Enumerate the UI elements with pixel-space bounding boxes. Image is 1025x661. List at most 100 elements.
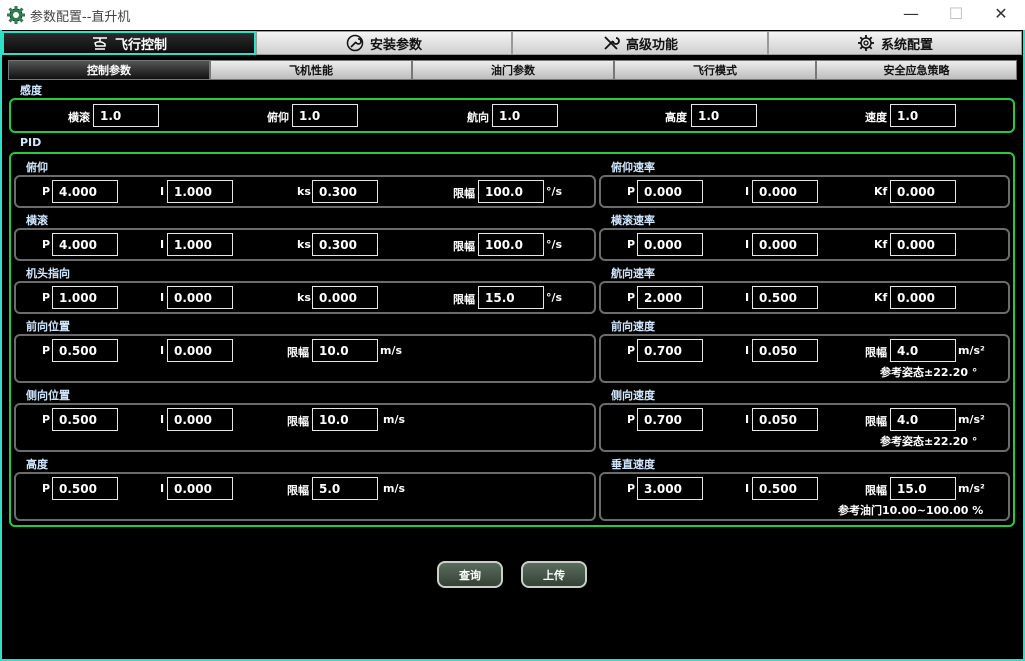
pitch-ks-input[interactable] bbox=[312, 180, 378, 203]
pitch-limit-input[interactable] bbox=[478, 180, 544, 203]
roll-i-input[interactable] bbox=[167, 233, 233, 256]
altitude-i-input[interactable] bbox=[167, 477, 233, 500]
side-pos-i-input[interactable] bbox=[167, 408, 233, 431]
roll-rate-kf-input[interactable] bbox=[890, 233, 956, 256]
unit-label: m/s² bbox=[958, 482, 985, 495]
query-button[interactable]: 查询 bbox=[437, 561, 503, 588]
side-pos-p-input[interactable] bbox=[52, 408, 118, 431]
kf-label: Kf bbox=[874, 238, 888, 251]
roll-rate-i-input[interactable] bbox=[752, 233, 818, 256]
tab-flight-control[interactable]: 飞行控制 bbox=[2, 31, 256, 55]
wrench-circle-icon bbox=[346, 34, 364, 52]
kf-label: Kf bbox=[874, 185, 888, 198]
roll-ks-input[interactable] bbox=[312, 233, 378, 256]
pitch-rate-p-input[interactable] bbox=[637, 180, 703, 203]
roll-p-input[interactable] bbox=[52, 233, 118, 256]
limit-label: 限幅 bbox=[865, 346, 887, 359]
i-label: I bbox=[745, 238, 750, 251]
limit-label: 限幅 bbox=[287, 484, 309, 497]
subtab-flight-mode[interactable]: 飞行模式 bbox=[614, 60, 816, 80]
side-speed-i-input[interactable] bbox=[752, 408, 818, 431]
sensitivity-section-title: 感度 bbox=[20, 84, 42, 97]
p-label: P bbox=[627, 413, 636, 426]
pid-section-title: PID bbox=[20, 136, 42, 149]
tab-install-params[interactable]: 安装参数 bbox=[256, 31, 512, 55]
yaw-rate-p-input[interactable] bbox=[637, 286, 703, 309]
altitude-pid-title: 高度 bbox=[26, 458, 48, 471]
pitch-rate-i-input[interactable] bbox=[752, 180, 818, 203]
pitch-rate-kf-input[interactable] bbox=[890, 180, 956, 203]
vert-speed-limit-input[interactable] bbox=[890, 477, 956, 500]
unit-label: °/s bbox=[546, 185, 563, 198]
maximize-button[interactable]: ☐ bbox=[933, 0, 979, 30]
vert-speed-pid-title: 垂直速度 bbox=[611, 458, 655, 471]
i-label: I bbox=[160, 291, 165, 304]
subtab-aircraft-performance[interactable]: 飞机性能 bbox=[210, 60, 412, 80]
ks-label: ks bbox=[297, 238, 311, 251]
subtab-safety-strategy[interactable]: 安全应急策略 bbox=[816, 60, 1017, 80]
limit-label: 限幅 bbox=[287, 346, 309, 359]
close-button[interactable]: ✕ bbox=[978, 0, 1024, 30]
i-label: I bbox=[745, 185, 750, 198]
altitude-limit-input[interactable] bbox=[312, 477, 378, 500]
yaw-rate-kf-input[interactable] bbox=[890, 286, 956, 309]
reference-note: 参考姿态±22.20 ° bbox=[880, 435, 978, 448]
heading-pid-title: 机头指向 bbox=[26, 267, 70, 280]
unit-label: m/s bbox=[383, 413, 406, 426]
p-label: P bbox=[42, 482, 51, 495]
tab-label: 飞行控制 bbox=[114, 37, 167, 53]
heading-ks-input[interactable] bbox=[312, 286, 378, 309]
unit-label: m/s bbox=[380, 344, 403, 357]
heading-p-input[interactable] bbox=[52, 286, 118, 309]
pitch-p-input[interactable] bbox=[52, 180, 118, 203]
roll-sensitivity-input[interactable] bbox=[93, 104, 159, 127]
fwd-pos-limit-input[interactable] bbox=[312, 339, 378, 362]
roll-rate-pid-title: 横滚速率 bbox=[611, 214, 655, 227]
heading-limit-input[interactable] bbox=[478, 286, 544, 309]
minimize-button[interactable]: — bbox=[888, 0, 934, 30]
fwd-speed-limit-input[interactable] bbox=[890, 339, 956, 362]
subtab-throttle-params[interactable]: 油门参数 bbox=[412, 60, 614, 80]
upload-button[interactable]: 上传 bbox=[521, 561, 587, 588]
p-label: P bbox=[42, 185, 51, 198]
kf-label: Kf bbox=[874, 291, 888, 304]
pitch-i-input[interactable] bbox=[167, 180, 233, 203]
pitch-sensitivity-input[interactable] bbox=[292, 104, 358, 127]
fwd-speed-i-input[interactable] bbox=[752, 339, 818, 362]
heading-i-input[interactable] bbox=[167, 286, 233, 309]
sub-tab-bar: 控制参数 飞机性能 油门参数 飞行模式 安全应急策略 bbox=[8, 60, 1017, 80]
altitude-sens-label: 高度 bbox=[665, 111, 687, 124]
unit-label: m/s² bbox=[958, 344, 985, 357]
roll-limit-input[interactable] bbox=[478, 233, 544, 256]
altitude-sensitivity-input[interactable] bbox=[691, 104, 757, 127]
roll-rate-p-input[interactable] bbox=[637, 233, 703, 256]
side-pos-pid-title: 侧向位置 bbox=[26, 389, 70, 402]
tab-label: 系统配置 bbox=[880, 37, 933, 53]
vert-speed-i-input[interactable] bbox=[752, 477, 818, 500]
fwd-pos-i-input[interactable] bbox=[167, 339, 233, 362]
unit-label: °/s bbox=[546, 238, 563, 251]
side-speed-p-input[interactable] bbox=[637, 408, 703, 431]
reference-note: 参考油门10.00~100.00 % bbox=[838, 504, 984, 517]
yaw-rate-i-input[interactable] bbox=[752, 286, 818, 309]
heading-sensitivity-input[interactable] bbox=[492, 104, 558, 127]
reference-note: 参考姿态±22.20 ° bbox=[880, 366, 978, 379]
ks-label: ks bbox=[297, 185, 311, 198]
fwd-speed-p-input[interactable] bbox=[637, 339, 703, 362]
subtab-control-params[interactable]: 控制参数 bbox=[8, 60, 210, 80]
fwd-pos-p-input[interactable] bbox=[52, 339, 118, 362]
p-label: P bbox=[627, 185, 636, 198]
pitch-rate-pid-title: 俯仰速率 bbox=[611, 161, 655, 174]
p-label: P bbox=[627, 344, 636, 357]
tab-system-config[interactable]: 系统配置 bbox=[768, 31, 1022, 55]
p-label: P bbox=[627, 482, 636, 495]
limit-label: 限幅 bbox=[453, 293, 475, 306]
speed-sensitivity-input[interactable] bbox=[890, 104, 956, 127]
side-speed-limit-input[interactable] bbox=[890, 408, 956, 431]
p-label: P bbox=[42, 344, 51, 357]
vert-speed-p-input[interactable] bbox=[637, 477, 703, 500]
altitude-p-input[interactable] bbox=[52, 477, 118, 500]
pitch-sens-label: 俯仰 bbox=[267, 111, 289, 124]
side-pos-limit-input[interactable] bbox=[312, 408, 378, 431]
tab-advanced[interactable]: 高级功能 bbox=[512, 31, 768, 55]
